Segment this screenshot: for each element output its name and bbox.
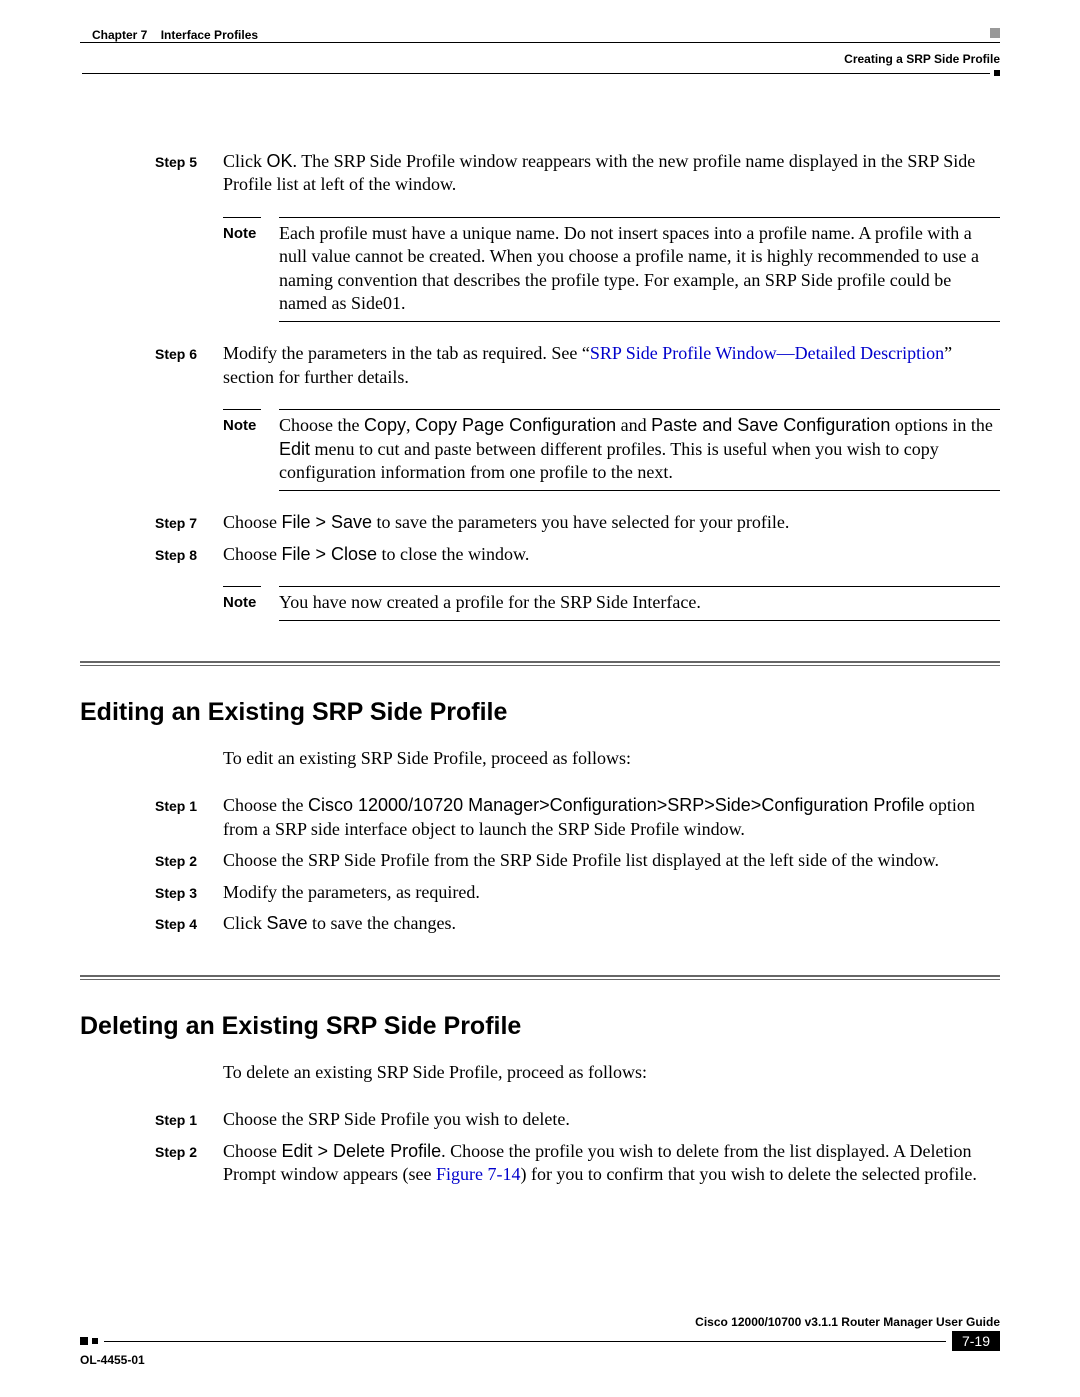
note-block: Note Each profile must have a unique nam…: [223, 217, 1000, 323]
step-text: Click Save to save the changes.: [217, 912, 1000, 935]
step-label: Step 3: [155, 881, 217, 904]
step-label: Step 5: [155, 150, 217, 197]
section-title: Creating a SRP Side Profile: [844, 52, 1000, 66]
page-body: Step 5 Click OK. The SRP Side Profile wi…: [80, 150, 1000, 1186]
page-header: Chapter 7 Interface Profiles Creating a …: [80, 30, 1000, 70]
chapter-title: Interface Profiles: [161, 28, 258, 42]
page-number: 7-19: [952, 1331, 1000, 1351]
step-row: Step 6 Modify the parameters in the tab …: [80, 342, 1000, 389]
note-label: Note: [223, 414, 279, 484]
step-row: Step 5 Click OK. The SRP Side Profile wi…: [80, 150, 1000, 197]
cross-reference-link[interactable]: SRP Side Profile Window—Detailed Descrip…: [590, 343, 944, 363]
step-text: Choose File > Save to save the parameter…: [217, 511, 1000, 534]
step-row: Step 8 Choose File > Close to close the …: [80, 543, 1000, 566]
section-intro: To delete an existing SRP Side Profile, …: [223, 1061, 1000, 1084]
figure-reference-link[interactable]: Figure 7-14: [436, 1164, 521, 1184]
step-text: Choose the SRP Side Profile you wish to …: [217, 1108, 1000, 1131]
section-divider: [80, 661, 1000, 666]
step-label: Step 6: [155, 342, 217, 389]
step-text: Choose Edit > Delete Profile. Choose the…: [217, 1140, 1000, 1187]
step-label: Step 8: [155, 543, 217, 566]
step-row: Step 1 Choose the SRP Side Profile you w…: [80, 1108, 1000, 1131]
ui-file-save: File > Save: [282, 512, 373, 532]
step-row: Step 2 Choose Edit > Delete Profile. Cho…: [80, 1140, 1000, 1187]
step-text: Modify the parameters, as required.: [217, 881, 1000, 904]
step-label: Step 1: [155, 1108, 217, 1131]
note-label: Note: [223, 222, 279, 316]
step-text: Click OK. The SRP Side Profile window re…: [217, 150, 1000, 197]
step-text: Modify the parameters in the tab as requ…: [217, 342, 1000, 389]
ui-edit-delete: Edit > Delete Profile: [282, 1141, 442, 1161]
section-heading-deleting: Deleting an Existing SRP Side Profile: [80, 1010, 1000, 1043]
step-text: Choose File > Close to close the window.: [217, 543, 1000, 566]
page-footer: Cisco 12000/10700 v3.1.1 Router Manager …: [80, 1315, 1000, 1367]
step-label: Step 1: [155, 794, 217, 841]
note-block: Note You have now created a profile for …: [223, 586, 1000, 621]
chapter-line: Chapter 7 Interface Profiles: [92, 28, 258, 42]
step-label: Step 4: [155, 912, 217, 935]
step-label: Step 7: [155, 511, 217, 534]
step-text: Choose the SRP Side Profile from the SRP…: [217, 849, 1000, 872]
ui-file-close: File > Close: [282, 544, 378, 564]
step-label: Step 2: [155, 1140, 217, 1187]
document-id: OL-4455-01: [80, 1353, 1000, 1367]
ui-ok: OK: [267, 151, 293, 171]
step-row: Step 2 Choose the SRP Side Profile from …: [80, 849, 1000, 872]
section-heading-editing: Editing an Existing SRP Side Profile: [80, 696, 1000, 729]
ui-menu-path: Cisco 12000/10720 Manager>Configuration>…: [308, 795, 924, 815]
note-text: Each profile must have a unique name. Do…: [279, 222, 1000, 316]
ui-save: Save: [267, 913, 308, 933]
step-row: Step 4 Click Save to save the changes.: [80, 912, 1000, 935]
note-text: Choose the Copy, Copy Page Configuration…: [279, 414, 1000, 484]
step-row: Step 3 Modify the parameters, as require…: [80, 881, 1000, 904]
note-text: You have now created a profile for the S…: [279, 591, 1000, 614]
step-row: Step 1 Choose the Cisco 12000/10720 Mana…: [80, 794, 1000, 841]
note-label: Note: [223, 591, 279, 614]
step-label: Step 2: [155, 849, 217, 872]
publication-title: Cisco 12000/10700 v3.1.1 Router Manager …: [80, 1315, 1000, 1329]
section-intro: To edit an existing SRP Side Profile, pr…: [223, 747, 1000, 770]
step-text: Choose the Cisco 12000/10720 Manager>Con…: [217, 794, 1000, 841]
section-divider: [80, 975, 1000, 980]
step-row: Step 7 Choose File > Save to save the pa…: [80, 511, 1000, 534]
chapter-label: Chapter 7: [92, 28, 147, 42]
note-block: Note Choose the Copy, Copy Page Configur…: [223, 409, 1000, 491]
